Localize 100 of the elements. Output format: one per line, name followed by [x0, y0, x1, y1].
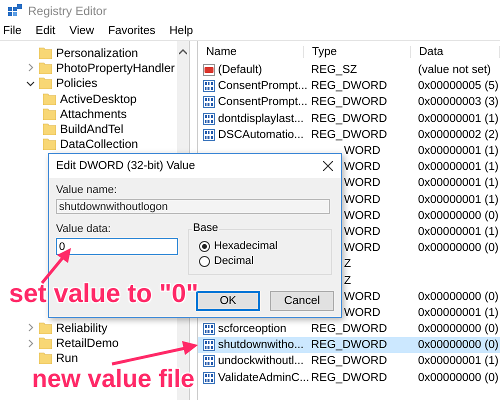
value-type: WORD — [344, 290, 380, 303]
folder-icon — [39, 77, 52, 90]
value-data: (value not set) — [418, 64, 491, 76]
value-row[interactable]: ConsentPrompt... REG_DWORD 0x00000005 (5) — [198, 78, 500, 94]
value-row[interactable]: ValidateAdminC...REG_DWORD 0x00000000 (0) — [198, 370, 500, 386]
value-data-field[interactable]: 0 — [56, 238, 178, 255]
scroll-up-icon[interactable] — [179, 49, 187, 55]
ok-button[interactable]: OK — [196, 291, 260, 311]
folder-icon — [43, 92, 56, 105]
tree-item[interactable]: Personalization — [56, 46, 138, 60]
value-data: 0x00000000 (0) — [418, 372, 499, 384]
radio-button[interactable] — [199, 240, 210, 252]
folder-icon — [43, 138, 56, 150]
annotation-text: new value file — [32, 368, 195, 390]
radio-label[interactable]: Hexadecimal — [214, 240, 278, 252]
tree-item[interactable]: BuildAndTel — [60, 122, 124, 136]
annotation-text: set value to "0" — [9, 278, 198, 309]
binary-value-icon — [203, 372, 215, 384]
value-data: 0x00000003 (3) — [418, 96, 499, 108]
value-name: scforceoption — [218, 323, 286, 336]
value-data: 0x00000001 (1) — [418, 226, 499, 238]
value-name-field[interactable]: shutdownwithoutlogon — [56, 199, 330, 214]
folder-icon — [39, 337, 52, 350]
value-type: REG_DWORD — [311, 372, 388, 384]
tree-item[interactable]: Reliability — [56, 320, 108, 335]
value-data: 0x00000001 (1) — [418, 145, 499, 158]
value-data: 0x00000000 (0) — [418, 210, 499, 222]
menu-item[interactable]: Help — [169, 25, 194, 37]
tree-item[interactable]: DataCollection — [60, 137, 138, 152]
binary-value-icon — [203, 96, 215, 108]
value-row[interactable]: DSCAutomatio... REG_DWORD 0x00000002 (2) — [198, 126, 500, 143]
cancel-button[interactable]: Cancel — [270, 291, 334, 311]
value-name: (Default) — [218, 64, 262, 76]
value-data: 0x00000001 (1) — [418, 112, 499, 125]
value-row[interactable]: (Default) REG_SZ (value not set) — [198, 62, 500, 78]
column-header[interactable]: Data — [411, 46, 500, 58]
value-data: 0x00000001 (1) — [418, 177, 499, 190]
value-name: undockwithoutl... — [218, 355, 304, 368]
tree-item[interactable]: RetailDemo — [56, 336, 119, 350]
value-type: REG_DWORD — [311, 128, 388, 141]
value-type: WORD — [344, 194, 380, 206]
binary-value-icon — [203, 128, 215, 141]
tree-item[interactable]: Run — [56, 351, 78, 366]
value-type: REG_DWORD — [311, 323, 388, 336]
value-type: REG_DWORD — [311, 96, 388, 108]
value-type: WORD — [344, 242, 380, 254]
menu-item[interactable]: File — [3, 25, 22, 37]
value-row[interactable]: undockwithoutl... REG_DWORD 0x00000001 (1) — [198, 353, 500, 370]
field-label: Value name: — [56, 184, 118, 196]
value-data: 0x00000002 (2) — [418, 128, 499, 141]
selected-value-row[interactable]: shutdownwitho... REG_DWORD 0x00000000 (0) — [198, 337, 500, 354]
value-name: ConsentPrompt... — [218, 80, 308, 92]
value-name: dontdisplaylast... — [218, 112, 304, 125]
menu-item[interactable]: Edit — [36, 25, 56, 37]
radio-button[interactable] — [199, 256, 210, 266]
radio-label[interactable]: Decimal — [214, 255, 254, 267]
tree-item[interactable]: PhotoPropertyHandler — [56, 60, 175, 75]
value-type: WORD — [344, 177, 380, 190]
value-type: WORD — [344, 210, 380, 222]
value-data: 0x00000000 (0) — [418, 339, 499, 352]
tree-item[interactable]: Policies — [56, 76, 98, 90]
value-data: 0x00000000 (0) — [418, 290, 499, 303]
value-type: WORD — [344, 306, 380, 319]
value-data: 0x00000005 (5) — [418, 80, 499, 92]
value-name: ValidateAdminC... — [218, 372, 310, 384]
tree-item[interactable]: ActiveDesktop — [60, 92, 137, 106]
value-type: REG_SZ — [311, 64, 358, 76]
value-data: 0x00000001 (1) — [418, 161, 499, 174]
value-row[interactable]: dontdisplaylast... REG_DWORD 0x00000001 (1) — [198, 110, 500, 127]
menu-item[interactable]: View — [69, 25, 94, 37]
value-row[interactable]: ConsentPrompt... REG_DWORD 0x00000003 (3) — [198, 94, 500, 111]
binary-value-icon — [203, 355, 215, 368]
binary-value-icon — [203, 339, 215, 352]
value-row[interactable]: scforceoption REG_DWORD 0x00000000 (0) — [198, 321, 500, 338]
value-type: REG_DWORD — [311, 80, 388, 92]
close-icon[interactable] — [323, 161, 333, 171]
group-label: Base — [192, 222, 220, 234]
value-name: ConsentPrompt... — [218, 96, 308, 108]
value-type: Z — [344, 274, 352, 287]
folder-icon — [43, 123, 56, 136]
binary-value-icon — [203, 112, 215, 125]
folder-icon — [43, 108, 56, 120]
value-name: shutdownwitho... — [218, 339, 304, 352]
string-value-icon — [203, 64, 215, 76]
expand-chevron-icon[interactable] — [26, 63, 35, 72]
value-data: 0x00000000 (0) — [418, 323, 499, 336]
folder-icon — [39, 62, 52, 74]
value-type: WORD — [344, 161, 380, 174]
field-label: Value data: — [56, 223, 112, 235]
dialog-title: Edit DWORD (32-bit) Value — [56, 160, 196, 172]
value-type: REG_DWORD — [311, 112, 388, 125]
menu-item[interactable]: Favorites — [108, 25, 156, 37]
value-data: 0x00000000 (0) — [418, 242, 499, 254]
value-data: 0x00000001 (1) — [418, 306, 499, 319]
window-title: Registry Editor — [28, 4, 107, 18]
column-header[interactable]: Type — [304, 46, 411, 58]
column-header[interactable]: Name — [198, 46, 304, 58]
collapse-chevron-icon[interactable] — [26, 78, 35, 88]
value-type: REG_DWORD — [311, 339, 388, 352]
tree-item[interactable]: Attachments — [60, 106, 127, 121]
